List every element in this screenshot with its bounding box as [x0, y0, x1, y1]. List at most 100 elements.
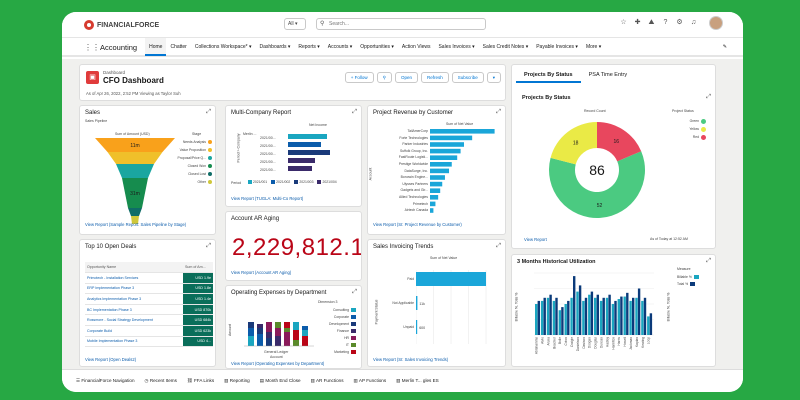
expand-icon[interactable]: ⤢	[706, 94, 711, 101]
nav-reports[interactable]: Reports ▾	[294, 38, 323, 56]
help-icon[interactable]: ?	[661, 18, 670, 27]
opex-account-label: Account	[270, 355, 283, 359]
legend-item: Development	[316, 320, 356, 327]
status-report-link[interactable]: View Report	[524, 237, 547, 242]
revenue-report-link[interactable]: View Report (SI: Project Revenue by Cust…	[373, 222, 462, 227]
subscribe-button[interactable]: Subscribe	[451, 72, 484, 83]
search-input[interactable]: ⚲ Search...	[316, 18, 486, 30]
favorites-icon[interactable]: ☆	[619, 18, 628, 27]
deal-name[interactable]: ERP Implementation Phase 3	[85, 283, 183, 295]
utility-bar-item[interactable]: ▥ AR Functions	[311, 378, 344, 384]
bell-icon[interactable]: ♫	[689, 18, 698, 27]
bar	[537, 300, 540, 335]
x-tick-label: Davison	[582, 337, 586, 349]
invtrend-report-link[interactable]: View Report (SI: Sales Invoicing Trends)	[373, 357, 448, 362]
expand-icon[interactable]: ⤢	[706, 258, 711, 265]
projects-status-panel: Projects By Status PSA Time Entry Projec…	[511, 64, 716, 249]
legend-item: Closed Won	[176, 162, 212, 170]
expand-icon[interactable]: ⤢	[206, 243, 211, 250]
utility-item-label: FFA Links	[193, 378, 215, 383]
utility-bar-item[interactable]: ⛓ FFA Links	[187, 378, 214, 384]
search-scope-select[interactable]: All ▾	[284, 18, 306, 30]
table-row[interactable]: Corporate Build USD 623k	[85, 325, 213, 337]
more-actions-button[interactable]: ▾	[486, 72, 501, 83]
utility-bar-item[interactable]: ▥ Merlin T... gles ES	[396, 378, 439, 384]
funnel-segment	[107, 152, 163, 164]
nav-chatter[interactable]: Chatter	[166, 38, 190, 56]
nav-sales-invoices[interactable]: Sales Invoices ▾	[434, 38, 478, 56]
user-avatar[interactable]	[709, 16, 723, 30]
nav-home[interactable]: Home	[145, 38, 167, 56]
opex-report-link[interactable]: View Report (Operating Expenses by Depar…	[231, 361, 324, 366]
deal-name[interactable]: Corporate Build	[85, 325, 183, 337]
edit-nav-icon[interactable]: ✎	[719, 38, 731, 56]
add-icon[interactable]: ✚	[633, 18, 642, 27]
tab-psa-time-entry[interactable]: PSA Time Entry	[581, 69, 636, 83]
setup-gear-icon[interactable]: ⚙	[675, 18, 684, 27]
expand-icon[interactable]: ⤢	[352, 289, 357, 296]
category-label: Prestige Worldwide	[398, 161, 428, 166]
nav-sales-credit-notes[interactable]: Sales Credit Notes ▾	[479, 38, 533, 56]
utility-bar-item[interactable]: ☰ FinancialForce Navigation	[76, 378, 135, 384]
legend-label: Corporate	[333, 314, 349, 319]
nav-collections[interactable]: Collections Workspace* ▾	[191, 38, 256, 56]
open-button[interactable]: Open	[394, 72, 418, 83]
nav-more[interactable]: More ▾	[582, 38, 605, 56]
deal-name[interactable]: Analytics Implementation Phase 3	[85, 293, 183, 305]
nav-dashboards[interactable]: Dashboards ▾	[255, 38, 294, 56]
bar	[608, 294, 611, 335]
category-label: 2021/00...	[260, 168, 276, 172]
dashboard-title: CFO Dashboard	[103, 76, 164, 85]
multico-report-link[interactable]: View Report (TUGLA: Multi-Co Report)	[231, 196, 303, 201]
stacked-bar-segment	[257, 334, 263, 346]
revenue-category-labels: TailAmerCorp Forte Technologies Parker Ind…	[378, 128, 428, 214]
utility-bar-item[interactable]: ◷ Recent Items	[145, 378, 177, 384]
expand-icon[interactable]: ⤢	[496, 109, 501, 116]
x-tick-label: Craigie	[570, 337, 574, 347]
deal-name[interactable]: Rossmore - Social Strategy Development	[85, 314, 183, 327]
nav-accounts[interactable]: Accounts ▾	[324, 38, 356, 56]
x-tick-label: Keating	[641, 337, 645, 348]
x-tick-label: Beacher	[552, 336, 556, 349]
deal-name[interactable]: Mobile Implementation Phase 3	[85, 336, 183, 348]
brand-logo[interactable]: FINANCIALFORCE	[84, 20, 159, 30]
expand-icon[interactable]: ⤢	[352, 109, 357, 116]
deal-name[interactable]: BC Implementation Phase 3	[85, 304, 183, 316]
invtrend-category-labels: Paid Not Applicable Unpaid	[384, 270, 414, 342]
bar	[594, 297, 597, 335]
tab-projects-by-status[interactable]: Projects By Status	[516, 69, 581, 83]
legend-item: Finance	[316, 327, 356, 334]
utility-bar-item[interactable]: ▤ Month End Close	[260, 378, 301, 384]
filter-icon[interactable]: ⚲	[376, 72, 392, 83]
utility-bar-item[interactable]: ▥ Reporting	[224, 378, 250, 384]
ar-report-link[interactable]: View Report (Account AR Aging)	[231, 270, 291, 275]
deals-report-link[interactable]: View Report (Open Deals2)	[85, 357, 136, 362]
nav-action-views[interactable]: Action Views	[398, 38, 435, 56]
multico-company: Merlin ...	[243, 132, 257, 136]
trailhead-icon[interactable]: ⛰	[647, 18, 656, 27]
table-row[interactable]: Rossmore - Social Strategy Development US…	[85, 314, 213, 327]
follow-button[interactable]: + Follow	[344, 72, 374, 83]
legend-label: 2021/003	[299, 180, 314, 184]
table-row[interactable]: Mobile Implementation Phase 3 USD 4...	[85, 336, 213, 348]
table-row[interactable]: BC Implementation Phase 3 USD 870k	[85, 304, 213, 316]
refresh-button[interactable]: Refresh	[420, 72, 449, 83]
expand-icon[interactable]: ⤢	[206, 109, 211, 116]
app-launcher-icon[interactable]: ⋮⋮	[84, 43, 100, 52]
category-label: 2021/00...	[260, 152, 276, 156]
expand-icon[interactable]: ⤢	[496, 243, 501, 250]
utility-bar-item[interactable]: ▥ AP Functions	[354, 378, 387, 384]
nav-opportunities[interactable]: Opportunities ▾	[356, 38, 398, 56]
table-row[interactable]: Primotech - Installation Services USD 1.9…	[85, 272, 213, 284]
nav-payable-invoices[interactable]: Payable Invoices ▾	[532, 38, 582, 56]
dashboard-actions: + Follow ⚲ Open Refresh Subscribe ▾	[344, 72, 501, 83]
sales-report-link[interactable]: View Report (Sample Report: Sales Pipeli…	[85, 222, 186, 227]
legend-label: Finance	[336, 328, 349, 333]
table-row[interactable]: Analytics Implementation Phase 3 USD 1.4e	[85, 293, 213, 305]
bar	[582, 300, 585, 335]
invtrend-status-label: Payment Status	[374, 299, 379, 325]
deal-name[interactable]: Primotech - Installation Services	[85, 272, 183, 284]
sales-stage-label: Stage	[192, 132, 202, 136]
table-row[interactable]: ERP Implementation Phase 3 USD 1.8e	[85, 283, 213, 295]
x-tick-label: Aruna	[546, 337, 550, 346]
